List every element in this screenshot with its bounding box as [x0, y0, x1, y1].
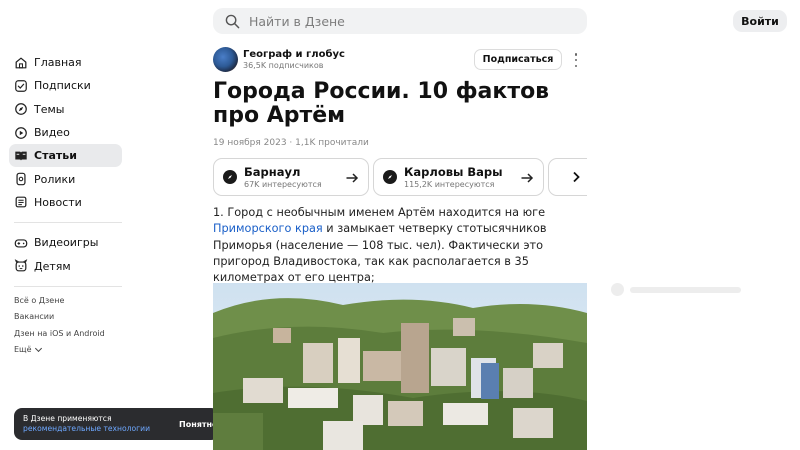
footer-link-about[interactable]: Всё о Дзене — [14, 292, 105, 309]
tag-card-karlovy-vary[interactable]: Карловы Вары 115,2K интересуются — [373, 158, 544, 196]
sidebar-item-subscriptions[interactable]: Подписки — [9, 74, 122, 97]
footer-link-apps[interactable]: Дзен на iOS и Android — [14, 325, 105, 342]
sidebar-item-home[interactable]: Главная — [9, 51, 122, 74]
sidebar-divider — [14, 222, 122, 224]
sidebar-item-video[interactable]: Видео — [9, 121, 122, 144]
cookie-link[interactable]: рекомендательные технологии — [23, 424, 163, 434]
sidebar-footer-links: Всё о Дзене Вакансии Дзен на iOS и Andro… — [14, 292, 105, 358]
subscribe-button[interactable]: Подписаться — [474, 49, 562, 70]
book-icon — [15, 151, 27, 161]
arrow-right-icon — [521, 173, 534, 183]
tag-card-barnaul[interactable]: Барнаул 67K интересуются — [213, 158, 369, 196]
tag-name: Барнаул — [244, 165, 301, 179]
gamepad-icon — [14, 239, 28, 248]
home-icon — [15, 57, 27, 69]
subscriptions-icon — [15, 80, 27, 92]
compass-icon — [223, 170, 237, 184]
sidebar-item-label: Детям — [34, 259, 71, 273]
chevron-right-icon — [573, 171, 580, 183]
compass-icon — [15, 103, 27, 116]
sidebar-item-label: Подписки — [34, 79, 91, 93]
loading-placeholder-bar — [630, 287, 741, 293]
sidebar-item-label: Статьи — [34, 149, 77, 163]
loading-placeholder-dot — [611, 283, 624, 296]
carousel-next-button[interactable] — [565, 165, 587, 189]
sidebar-item-label: Главная — [34, 56, 82, 70]
compass-icon — [383, 170, 397, 184]
cookie-notice: В Дзене применяются рекомендательные тех… — [14, 408, 219, 440]
tag-name: Карловы Вары — [404, 165, 503, 179]
search-icon — [225, 14, 240, 28]
search-bar[interactable] — [213, 8, 587, 34]
cookie-ok-button[interactable]: Понятно — [179, 420, 218, 429]
author-name[interactable]: Географ и глобус — [243, 49, 345, 60]
cookie-text: В Дзене применяются рекомендательные тех… — [23, 414, 163, 434]
paragraph-text: 1. Город с необычным именем Артём находи… — [213, 206, 546, 219]
sidebar-item-topics[interactable]: Темы — [9, 98, 122, 121]
sidebar-item-label: Ролики — [34, 172, 76, 186]
sidebar-item-label: Новости — [34, 195, 82, 209]
play-icon — [15, 126, 27, 139]
tag-followers: 67K интересуются — [244, 180, 322, 189]
login-button[interactable]: Войти — [733, 10, 787, 32]
sidebar-item-news[interactable]: Новости — [9, 191, 122, 214]
footer-link-jobs[interactable]: Вакансии — [14, 309, 105, 326]
chevron-down-icon — [34, 344, 42, 352]
article-paragraph: 1. Город с необычным именем Артём находи… — [213, 205, 591, 286]
sidebar-item-label: Видеоигры — [34, 236, 99, 250]
author-block[interactable]: Географ и глобус 36,5K подписчиков — [213, 47, 345, 72]
article-link[interactable]: Приморского края — [213, 222, 323, 235]
sidebar-divider — [14, 285, 122, 287]
sidebar-nav: Главная Подписки Темы Видео Статьи Ролик… — [9, 51, 122, 295]
author-subscribers: 36,5K подписчиков — [243, 61, 324, 70]
shorts-icon — [16, 172, 26, 186]
cookie-message: В Дзене применяются — [23, 414, 112, 423]
sidebar-item-label: Видео — [34, 126, 70, 140]
article-meta: 19 ноября 2023 · 1,1K прочитали — [213, 138, 369, 148]
avatar[interactable] — [213, 47, 238, 72]
footer-more-label: Ещё — [14, 345, 32, 355]
kids-icon — [14, 259, 28, 272]
news-icon — [15, 196, 27, 208]
search-input[interactable] — [249, 13, 549, 29]
footer-link-more[interactable]: Ещё — [14, 342, 105, 359]
article-title: Города России. 10 фактов про Артём — [213, 79, 550, 128]
tag-carousel: Барнаул 67K интересуются Карловы Вары 11… — [213, 158, 587, 196]
article-photo — [213, 283, 587, 450]
sidebar-item-shorts[interactable]: Ролики — [9, 167, 122, 190]
sidebar-item-label: Темы — [34, 102, 65, 116]
sidebar-item-articles[interactable]: Статьи — [9, 144, 122, 168]
tag-followers: 115,2K интересуются — [404, 180, 495, 189]
sidebar-item-videogames[interactable]: Видеоигры — [9, 231, 122, 254]
sidebar-item-kids[interactable]: Детям — [9, 254, 122, 277]
arrow-right-icon — [346, 173, 359, 183]
more-options-icon[interactable] — [572, 53, 580, 67]
